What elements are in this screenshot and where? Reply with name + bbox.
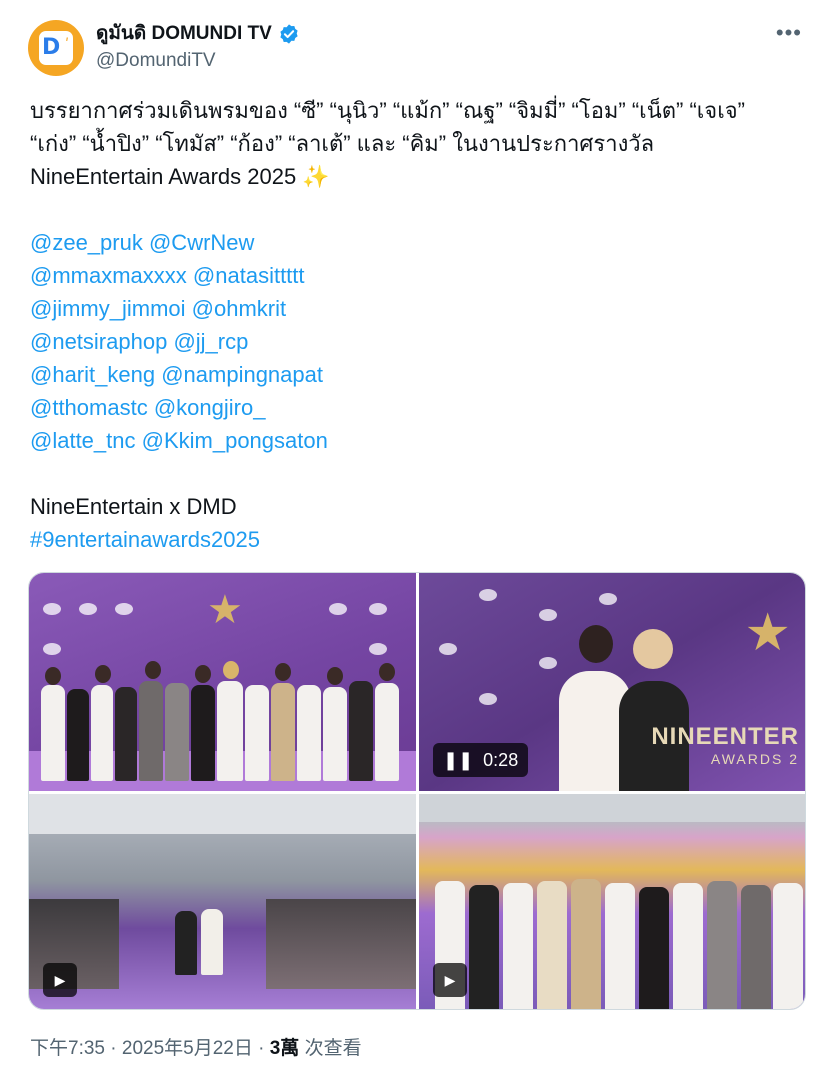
view-label: 次查看 xyxy=(299,1038,362,1059)
text-line-3: NineEntertain Awards 2025 xyxy=(30,164,297,189)
video-duration-badge[interactable]: ❚❚ 0:28 xyxy=(433,743,529,777)
mention-link[interactable]: @netsiraphop xyxy=(30,329,167,354)
video-interview-clip[interactable]: ★ NINEENTER AWARDS 2 ❚❚ 0:28 xyxy=(419,573,805,791)
hashtag-link[interactable]: #9entertainawards2025 xyxy=(30,527,260,552)
play-icon[interactable]: ▶ xyxy=(43,963,77,997)
text-line-1: บรรยากาศร่วมเดินพรมของ “ซี” “นุนิว” “แม้… xyxy=(30,98,745,123)
mention-link[interactable]: @ohmkrit xyxy=(192,296,286,321)
brand-text: NINEENTER xyxy=(651,723,799,750)
text-line-2: “เก่ง” “น้ำปิง” “โทมัส” “ก้อง” “ลาเต้” แ… xyxy=(30,131,655,156)
collab-line: NineEntertain x DMD xyxy=(30,494,237,519)
trophy-icon: ★ xyxy=(207,588,243,632)
avatar[interactable]: Dʹ xyxy=(28,20,84,76)
mention-row: @tthomastc @kongjiro_ xyxy=(30,391,810,424)
mention-link[interactable]: @jj_rcp xyxy=(173,329,248,354)
mention-link[interactable]: @harit_keng xyxy=(30,362,155,387)
mention-link[interactable]: @natasittttt xyxy=(193,263,305,288)
mention-row: @latte_tnc @Kkim_pongsaton xyxy=(30,424,810,457)
mention-link[interactable]: @mmaxmaxxxx xyxy=(30,263,187,288)
mention-link[interactable]: @nampingnapat xyxy=(161,362,323,387)
mention-row: @netsiraphop @jj_rcp xyxy=(30,325,810,358)
post-date[interactable]: 2025年5月22日 xyxy=(122,1038,253,1059)
more-options-icon[interactable]: ••• xyxy=(776,20,802,46)
mention-link[interactable]: @Kkim_pongsaton xyxy=(142,428,328,453)
domundi-logo-icon: Dʹ xyxy=(39,31,73,65)
verified-badge-icon xyxy=(280,24,298,44)
view-count: 3萬 xyxy=(269,1038,300,1059)
tweet-metadata: 下午7:35 · 2025年5月22日 · 3萬 次查看 xyxy=(30,1038,362,1059)
post-time[interactable]: 下午7:35 xyxy=(30,1038,105,1059)
display-name[interactable]: ดูมันดิ DOMUNDI TV xyxy=(96,22,272,46)
author-block: ดูมันดิ DOMUNDI TV @DomundiTV xyxy=(96,22,300,74)
brand-subtext: AWARDS 2 xyxy=(710,751,799,767)
video-fans-walkway[interactable]: ▶ xyxy=(29,794,416,1009)
tweet-text: บรรยากาศร่วมเดินพรมของ “ซี” “นุนิว” “แม้… xyxy=(30,94,810,556)
pause-icon[interactable]: ❚❚ xyxy=(443,750,473,771)
trophy-icon: ★ xyxy=(744,604,791,662)
handle[interactable]: @DomundiTV xyxy=(96,48,300,74)
tweet-header: Dʹ ดูมันดิ DOMUNDI TV @DomundiTV ••• xyxy=(28,20,814,80)
mention-link[interactable]: @CwrNew xyxy=(149,230,254,255)
play-icon[interactable]: ▶ xyxy=(433,963,467,997)
mention-link[interactable]: @kongjiro_ xyxy=(154,395,266,420)
mention-link[interactable]: @latte_tnc xyxy=(30,428,136,453)
photo-group-red-carpet[interactable]: ★ xyxy=(29,573,416,791)
sparkle-emoji: ✨ xyxy=(302,164,330,189)
video-duration: 0:28 xyxy=(483,749,519,770)
mention-link[interactable]: @tthomastc xyxy=(30,395,148,420)
video-group-mural[interactable]: ▶ xyxy=(419,794,805,1009)
mention-link[interactable]: @jimmy_jimmoi xyxy=(30,296,186,321)
media-grid: ★ ★ NINEENTER AWARDS 2 ❚❚ 0:28 ▶ ▶ xyxy=(28,572,806,1010)
mention-row: @zee_pruk @CwrNew xyxy=(30,226,810,259)
mention-row: @harit_keng @nampingnapat xyxy=(30,358,810,391)
mention-row: @jimmy_jimmoi @ohmkrit xyxy=(30,292,810,325)
mention-row: @mmaxmaxxxx @natasittttt xyxy=(30,259,810,292)
mention-link[interactable]: @zee_pruk xyxy=(30,230,143,255)
